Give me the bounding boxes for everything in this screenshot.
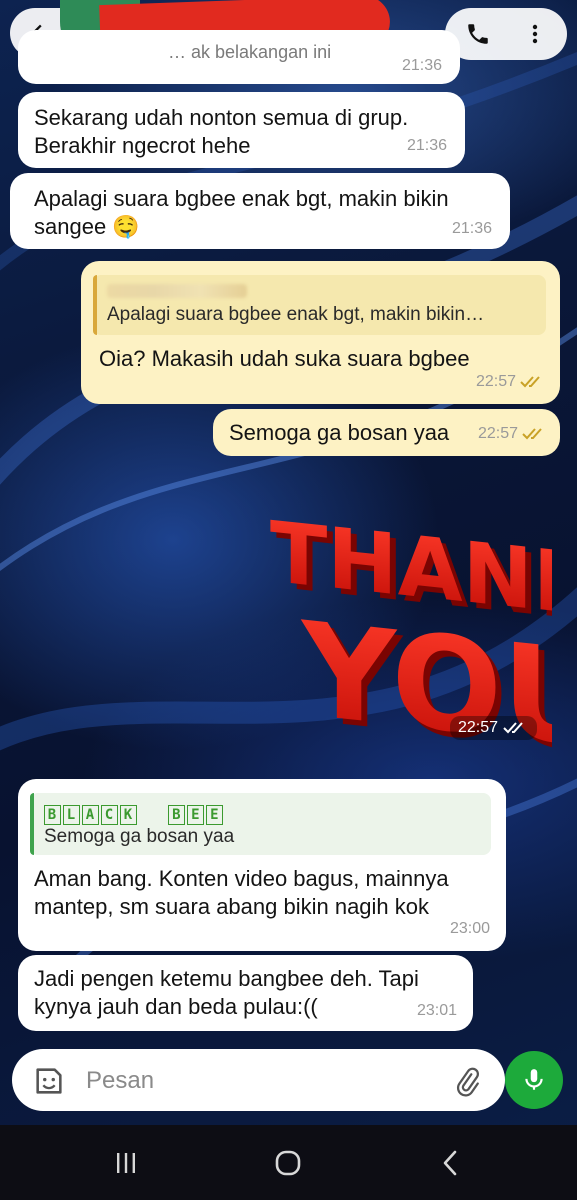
sticker-button[interactable] (30, 1062, 68, 1100)
message-text: … ak belakangan ini (168, 42, 332, 62)
system-back-button[interactable] (430, 1145, 470, 1181)
time-label: 22:57 (458, 719, 499, 736)
read-ticks-icon (503, 722, 523, 734)
time-label: 23:00 (449, 920, 490, 937)
reply-quote[interactable]: Apalagi suara bgbee enak bgt, makin biki… (93, 275, 546, 335)
voice-call-button[interactable] (457, 14, 499, 54)
message-text: Jadi pengen ketemu bangbee deh. Tapi kyn… (34, 966, 419, 1019)
reply-quote[interactable]: BLACK BEE Semoga ga bosan yaa (30, 793, 491, 855)
mic-icon (525, 1069, 543, 1090)
message-time: 23:00 (450, 915, 490, 943)
quote-text: Apalagi suara bgbee enak bgt, makin biki… (107, 304, 485, 325)
voice-message-button[interactable] (505, 1051, 563, 1109)
quote-author-redacted (107, 281, 536, 303)
phone-icon (468, 24, 488, 44)
message-text: Oia? Makasih udah suka suara bgbee (99, 346, 470, 371)
paperclip-icon (456, 1067, 479, 1097)
message-bubble-incoming[interactable]: BLACK BEE Semoga ga bosan yaa Aman bang.… (18, 779, 506, 951)
author-letter: B (168, 805, 186, 825)
quote-text: Semoga ga bosan yaa (44, 826, 235, 847)
recents-button[interactable] (106, 1145, 146, 1181)
time-label: 21:36 (451, 220, 492, 237)
author-letter: L (63, 805, 80, 825)
message-bubble-outgoing[interactable]: Apalagi suara bgbee enak bgt, makin biki… (81, 261, 560, 404)
author-letter: C (101, 805, 118, 825)
author-letter: K (120, 805, 137, 825)
attach-button[interactable] (448, 1062, 486, 1102)
sticker-icon (36, 1068, 62, 1094)
message-text: Apalagi suara bgbee enak bgt, makin biki… (34, 186, 449, 239)
message-time: 21:36 (402, 52, 442, 80)
more-vertical-icon (532, 24, 538, 44)
message-time: 21:36 (407, 132, 447, 160)
quote-author-name: BLACK BEE (44, 799, 481, 825)
message-bubble-incoming[interactable]: … ak belakangan ini 21:36 (18, 30, 460, 84)
read-ticks-icon (520, 376, 540, 388)
message-status: 22:57 (476, 368, 546, 396)
author-letter: E (206, 805, 224, 825)
blurred-name (107, 284, 247, 298)
home-button[interactable] (268, 1145, 308, 1181)
message-bubble-incoming[interactable]: Jadi pengen ketemu bangbee deh. Tapi kyn… (18, 955, 473, 1031)
recents-icon (117, 1153, 135, 1173)
message-bubble-outgoing[interactable]: Semoga ga bosan yaa 22:57 (213, 409, 560, 456)
home-icon (275, 1150, 301, 1176)
author-letter: E (187, 805, 205, 825)
time-label: 21:36 (401, 57, 442, 74)
sticker-status: 22:57 (450, 716, 538, 740)
time-label: 22:57 (475, 373, 516, 390)
message-text: Aman bang. Konten video bagus, mainnya m… (34, 866, 449, 919)
message-time: 23:01 (417, 997, 457, 1025)
author-letter: B (44, 805, 61, 825)
message-input[interactable] (86, 1062, 426, 1100)
time-label: 21:36 (406, 137, 447, 154)
read-ticks-icon (522, 428, 542, 440)
author-letter: A (82, 805, 99, 825)
message-time: 21:36 (452, 215, 492, 243)
thank-you-sticker[interactable]: THANK YOU THANK YOU (262, 460, 577, 783)
message-status: 22:57 (478, 420, 548, 448)
more-options-button[interactable] (515, 14, 555, 54)
message-bubble-incoming[interactable]: Sekarang udah nonton semua di grup. Bera… (18, 92, 465, 168)
message-text: Semoga ga bosan yaa (229, 420, 450, 445)
time-label: 22:57 (477, 425, 518, 442)
message-bubble-incoming[interactable]: Apalagi suara bgbee enak bgt, makin biki… (10, 173, 510, 249)
nav-back-icon (443, 1150, 457, 1176)
message-text: Sekarang udah nonton semua di grup. Bera… (34, 105, 409, 158)
time-label: 23:01 (416, 1002, 457, 1019)
